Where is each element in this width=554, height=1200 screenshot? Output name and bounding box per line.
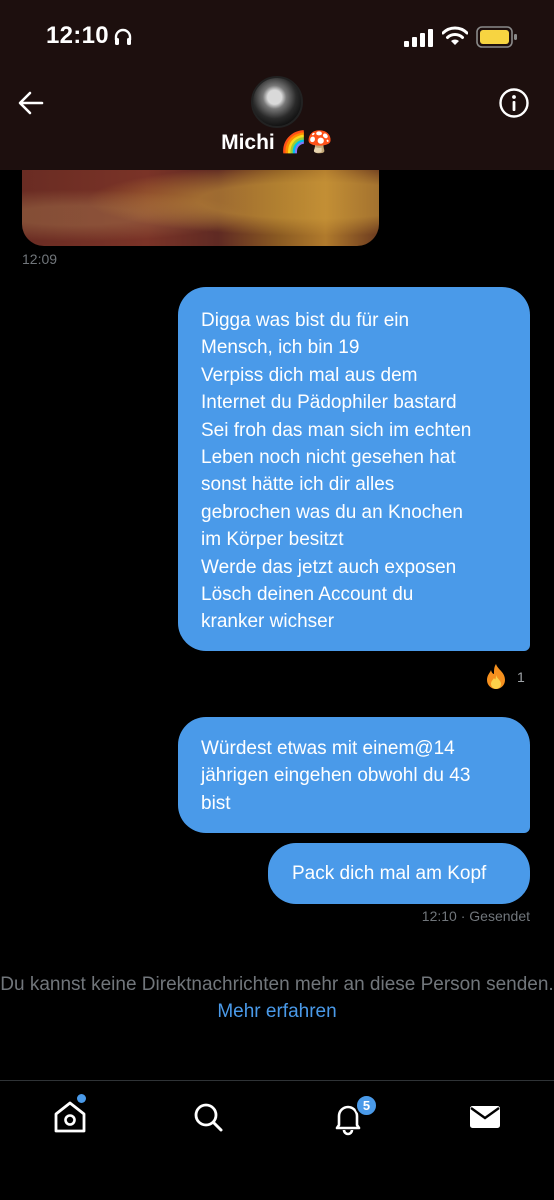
status-time: 12:10 <box>46 22 109 49</box>
sent-status: 12:10 · Gesendet <box>422 908 530 924</box>
sent-status-label: · Gesendet <box>456 908 530 924</box>
home-unread-dot <box>77 1094 86 1103</box>
message-line: kranker wichser <box>201 611 335 633</box>
status-bar: 12:10 <box>0 0 554 70</box>
avatar[interactable] <box>251 76 303 128</box>
message-line: Werde das jetzt auch exposen <box>201 556 457 578</box>
message-line: Würdest etwas mit einem@14 <box>201 738 455 759</box>
message-line: im Körper besitzt <box>201 529 344 551</box>
notification-count-badge: 5 <box>355 1094 378 1117</box>
message-line: sonst hätte ich dir alles <box>201 474 395 496</box>
home-icon[interactable] <box>50 1097 90 1137</box>
reaction-count: 1 <box>517 669 525 685</box>
message-line: Internet du Pädophiler bastard <box>201 392 457 414</box>
sent-message-bubble[interactable]: Digga was bist du für ein Mensch, ich bi… <box>178 287 530 651</box>
search-icon[interactable] <box>188 1097 228 1137</box>
messages-envelope-icon[interactable] <box>465 1097 505 1137</box>
message-line: gebrochen was du an Knochen <box>201 501 463 523</box>
message-line: bist <box>201 792 231 814</box>
sent-message-bubble[interactable]: Würdest etwas mit einem@14 jährigen eing… <box>178 717 530 833</box>
received-photo[interactable] <box>22 170 379 246</box>
notice-text: Du kannst keine Direktnachrichten mehr a… <box>0 974 554 995</box>
headphones-icon <box>114 28 132 45</box>
dm-restriction-notice: Du kannst keine Direktnachrichten mehr a… <box>0 971 554 1025</box>
message-line: Sei froh das man sich im echten <box>201 419 472 441</box>
sent-time: 12:10 <box>421 908 457 924</box>
info-icon[interactable] <box>497 86 531 120</box>
message-reaction[interactable]: 1 <box>483 663 525 691</box>
message-timestamp: 12:09 <box>22 251 58 267</box>
message-line: jährigen eingehen obwohl du 43 <box>201 765 471 787</box>
back-arrow-icon[interactable] <box>14 86 48 120</box>
message-line: Verpiss dich mal aus dem <box>201 364 418 386</box>
contact-name[interactable]: Michi 🌈🍄 <box>0 131 554 155</box>
sent-message-bubble[interactable]: Pack dich mal am Kopf <box>268 843 530 904</box>
cellular-signal-icon <box>404 29 433 47</box>
conversation-header: Michi 🌈🍄 <box>0 70 554 170</box>
message-line: Pack dich mal am Kopf <box>292 863 487 884</box>
message-line: Mensch, ich bin 19 <box>201 337 360 359</box>
learn-more-link[interactable]: Mehr erfahren <box>217 1001 336 1022</box>
message-line: Leben noch nicht gesehen hat <box>201 447 456 469</box>
wifi-icon <box>442 26 468 45</box>
battery-icon <box>476 26 517 48</box>
fire-emoji-icon <box>487 664 505 689</box>
message-line: Digga was bist du für ein <box>201 310 410 331</box>
message-line: Lösch deinen Account du <box>201 584 414 606</box>
